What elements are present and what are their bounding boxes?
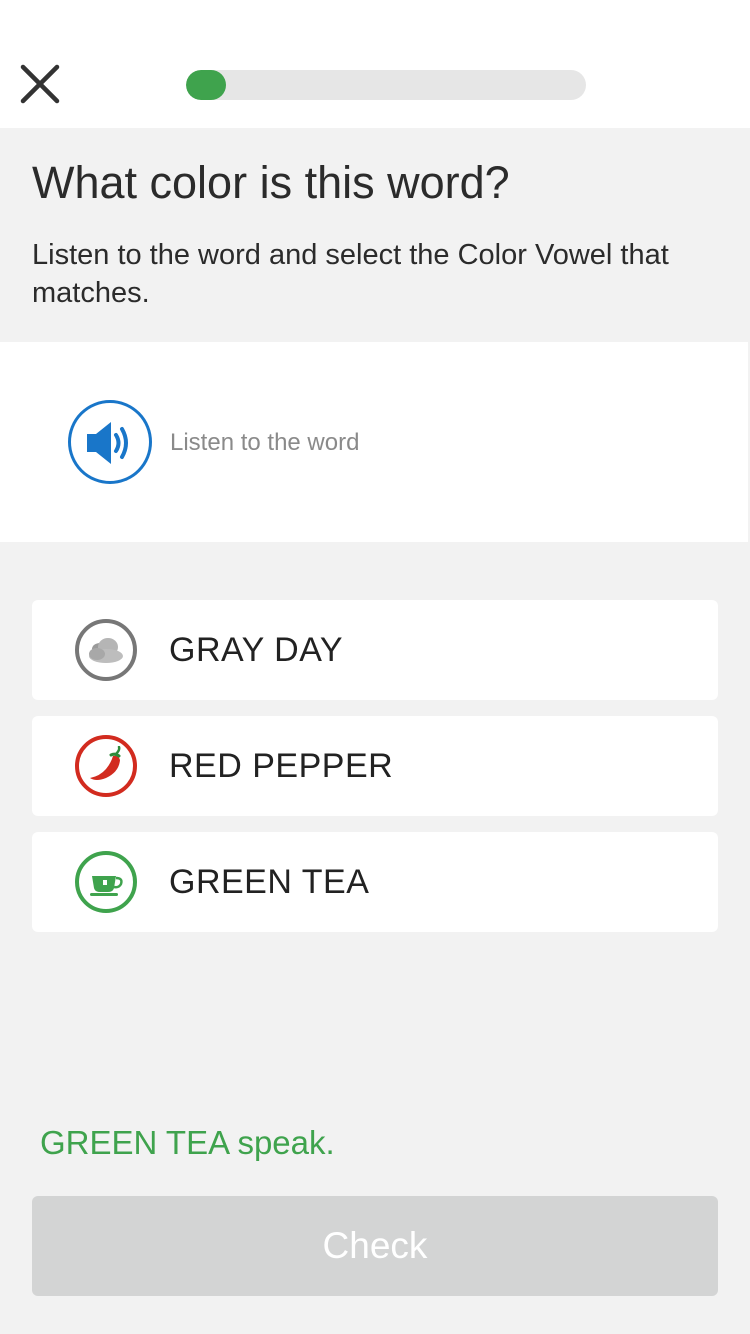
feedback-text: GREEN TEA speak. [40,1124,335,1161]
question-instructions: Listen to the word and select the Color … [32,239,669,309]
option-label: RED PEPPER [169,747,394,785]
chili-pepper-icon [90,746,121,780]
close-icon [20,64,60,104]
cloud-icon [89,638,123,663]
option-icon-circle [75,619,137,681]
option-label: GRAY DAY [169,631,344,669]
option-label: GREEN TEA [169,863,370,901]
listen-label: Listen to the word [170,429,360,456]
option-icon-circle [75,851,137,913]
tea-cup-icon [90,876,123,896]
option-icon-circle [75,735,137,797]
play-audio-button[interactable] [68,400,152,484]
question-title: What color is this word? [32,157,510,208]
progress-fill [186,70,226,100]
progress-bar [186,70,586,100]
check-button[interactable]: Check [32,1196,718,1296]
option-green-tea[interactable]: GREEN TEA [32,832,718,932]
option-red-pepper[interactable]: RED PEPPER [32,716,718,816]
top-bar [0,0,750,128]
speaker-icon [87,422,128,464]
option-gray-day[interactable]: GRAY DAY [32,600,718,700]
close-button[interactable] [18,62,62,106]
listen-panel: Listen to the word [0,342,748,542]
